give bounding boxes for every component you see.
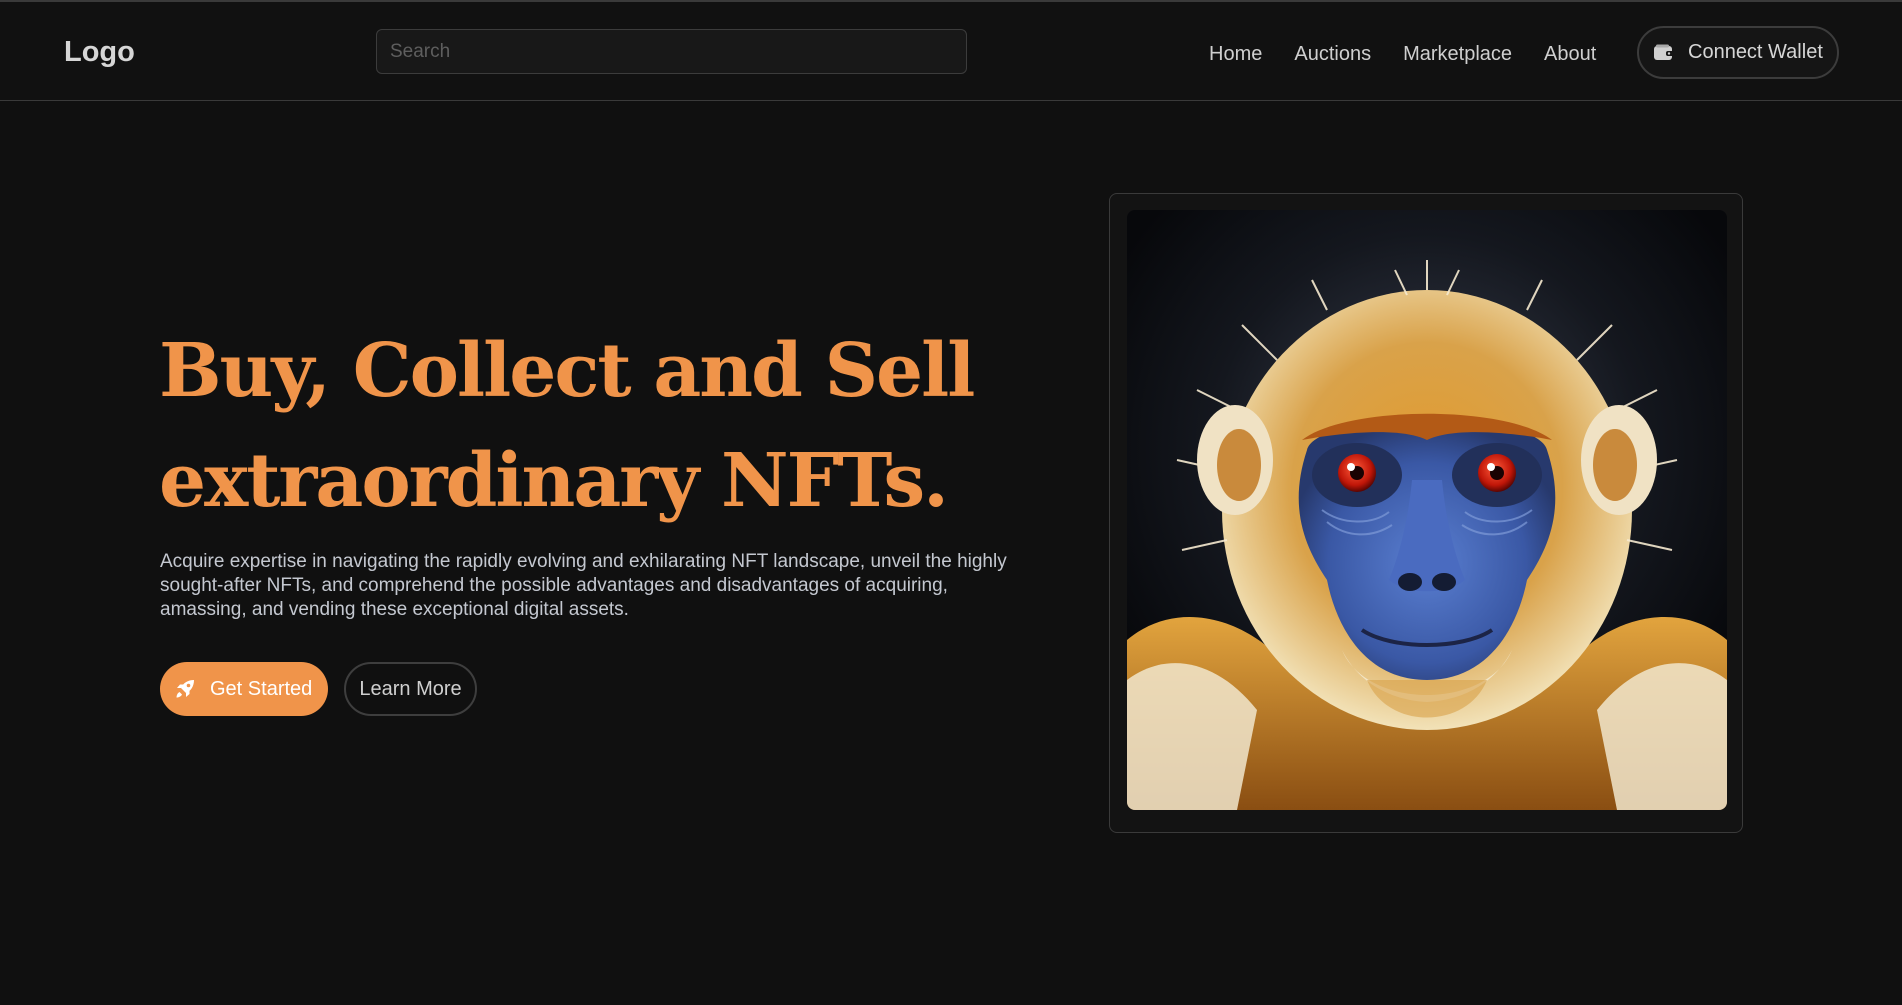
featured-nft-image[interactable] xyxy=(1127,210,1727,810)
hero-title-line2: extraordinary NFTs. xyxy=(159,438,949,524)
hero-description: Acquire expertise in navigating the rapi… xyxy=(160,551,1007,620)
nav-marketplace[interactable]: Marketplace xyxy=(1403,42,1512,66)
hero-title-line1: Buy, Collect and Sell xyxy=(159,328,975,414)
wallet-icon xyxy=(1653,44,1674,61)
main-nav: Home Auctions Marketplace About xyxy=(1209,42,1596,66)
monkey-portrait xyxy=(1127,210,1727,810)
rocket-icon xyxy=(174,678,196,700)
nav-home[interactable]: Home xyxy=(1209,42,1262,66)
connect-wallet-button[interactable]: Connect Wallet xyxy=(1637,26,1839,79)
hero-title: Buy, Collect and Sell extraordinary NFTs… xyxy=(159,316,1039,536)
learn-more-label: Learn More xyxy=(359,677,462,700)
learn-more-button[interactable]: Learn More xyxy=(344,662,477,716)
featured-nft-card xyxy=(1109,193,1743,833)
search-input[interactable] xyxy=(376,29,967,74)
nav-about[interactable]: About xyxy=(1544,42,1596,66)
logo[interactable]: Logo xyxy=(64,36,135,69)
get-started-label: Get Started xyxy=(210,677,313,700)
nav-auctions[interactable]: Auctions xyxy=(1294,42,1371,66)
get-started-button[interactable]: Get Started xyxy=(160,662,328,716)
top-navbar: Logo Home Auctions Marketplace About Con… xyxy=(0,2,1902,101)
connect-wallet-label: Connect Wallet xyxy=(1688,41,1823,63)
